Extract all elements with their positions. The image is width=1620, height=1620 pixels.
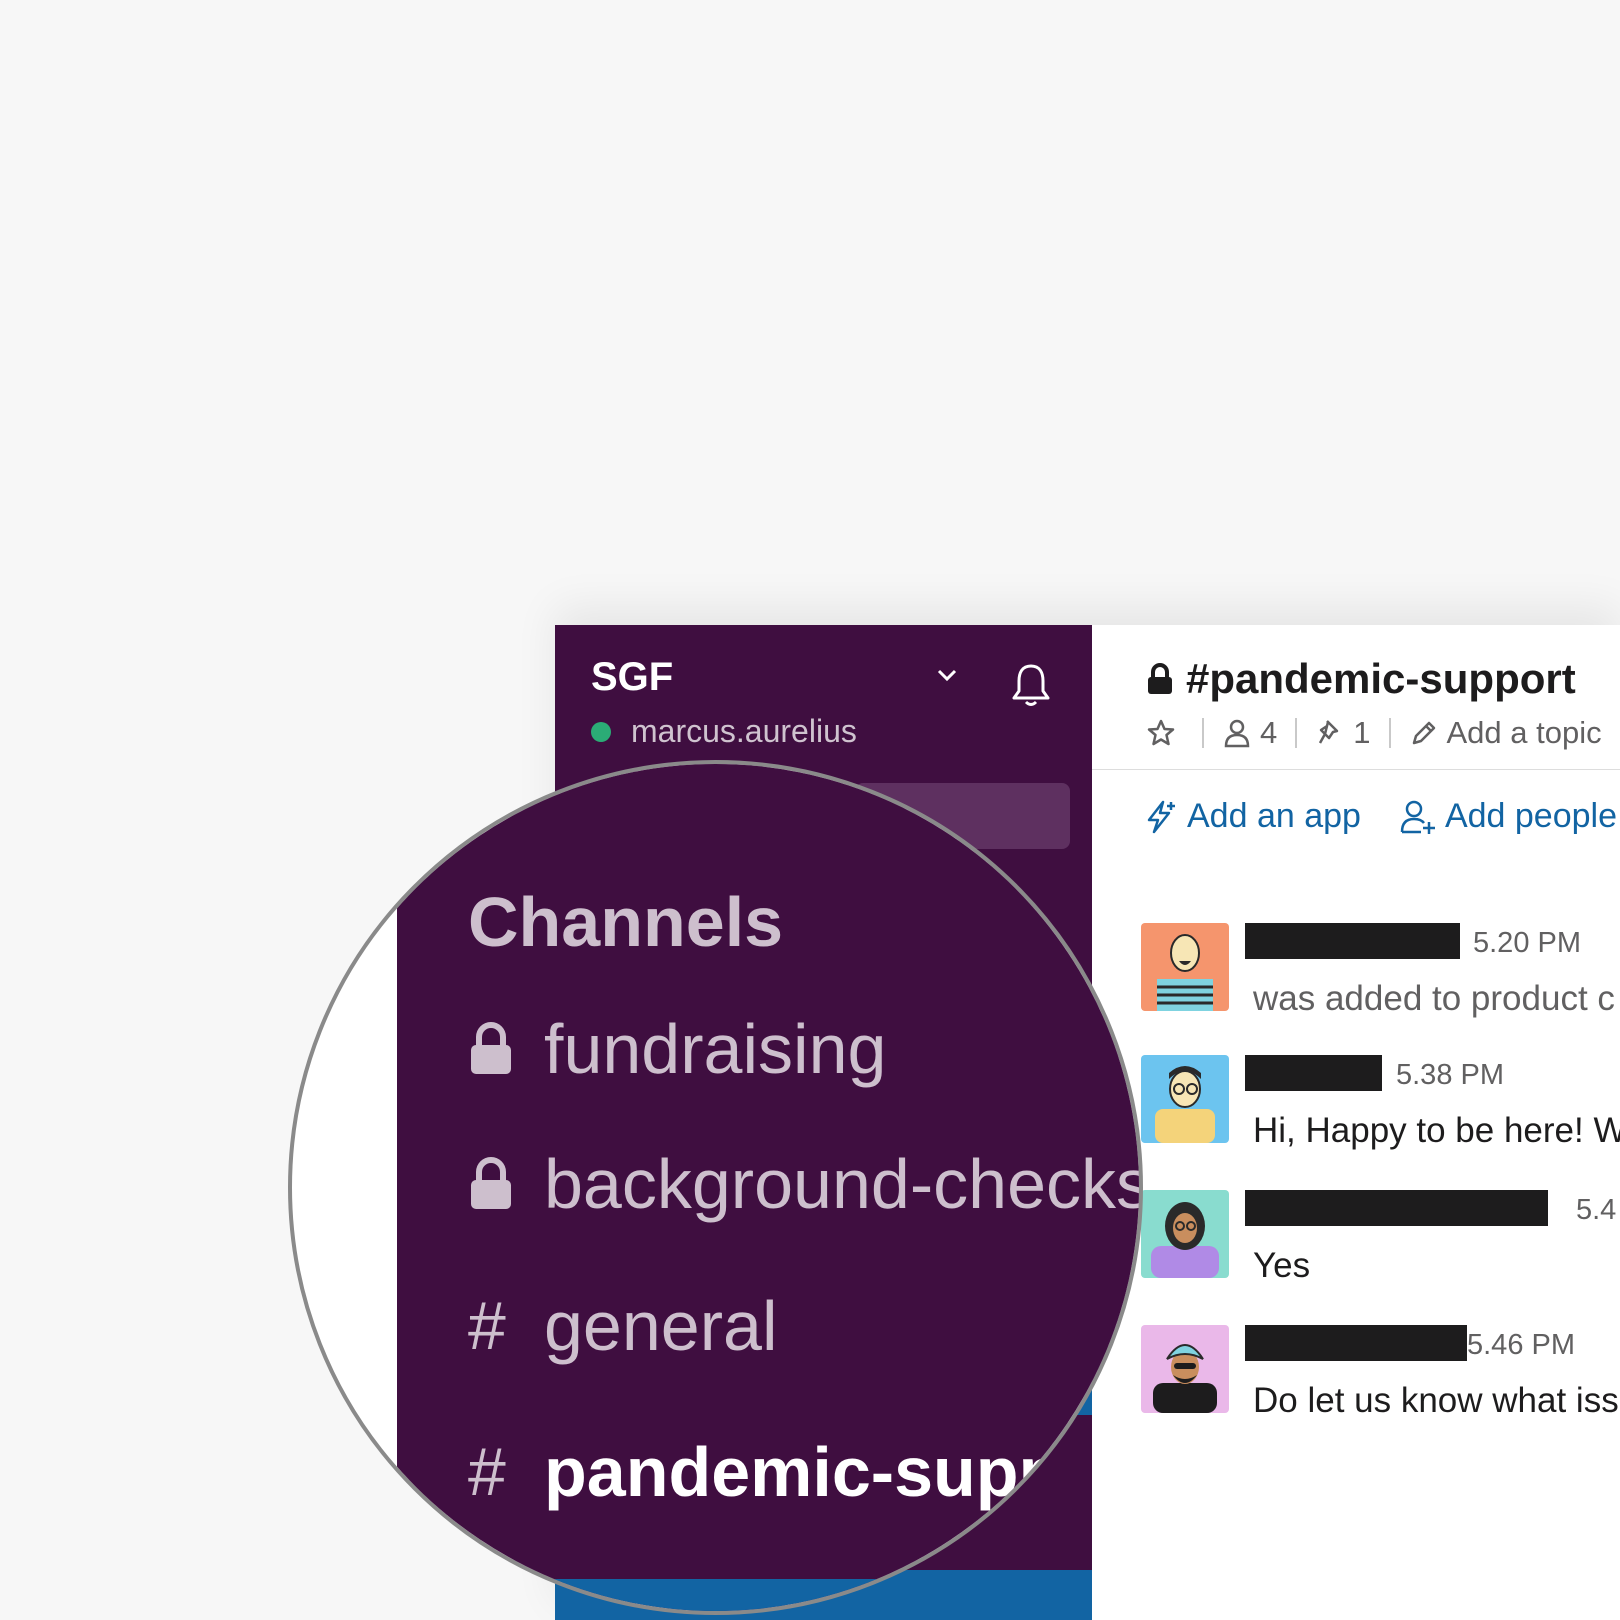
hijab-woman-avatar[interactable] (1141, 1190, 1229, 1278)
pencil-icon[interactable] (1409, 718, 1439, 748)
channel-label: general (544, 1287, 778, 1365)
magnified-active-highlight (397, 1579, 1097, 1611)
star-icon[interactable] (1146, 718, 1176, 748)
channel-actions: Add an app Add people (1141, 797, 1620, 836)
lock-icon (471, 1157, 511, 1209)
channel-header: #pandemic-support 4 1 Add a topic (1092, 625, 1620, 770)
add-app-label: Add an app (1187, 797, 1361, 835)
redacted-author (1245, 1325, 1467, 1361)
team-name[interactable]: SGF (591, 655, 673, 700)
message-text: was added to product c (1253, 979, 1615, 1018)
add-topic-link[interactable]: Add a topic (1447, 715, 1602, 751)
channel-item-fundraising[interactable]: fundraising (468, 1009, 886, 1089)
pin-icon[interactable] (1315, 718, 1345, 748)
person-plus-icon (1400, 800, 1435, 834)
message[interactable]: 5.20 PM was added to product c (1141, 923, 1620, 1018)
channel-title-row[interactable]: #pandemic-support (1146, 655, 1576, 703)
lock-icon (1148, 663, 1172, 694)
channel-label: pandemic-supp (544, 1433, 1062, 1511)
hash-icon: # (468, 1288, 506, 1364)
divider (1295, 718, 1298, 748)
message-time[interactable]: 5.4 (1576, 1194, 1616, 1227)
redacted-author (1245, 923, 1460, 959)
user-name: marcus.aurelius (631, 713, 857, 749)
message-text: Yes (1253, 1246, 1311, 1285)
person-icon[interactable] (1222, 718, 1252, 748)
turban-man-avatar[interactable] (1141, 1325, 1229, 1413)
message-text: Hi, Happy to be here! W (1253, 1111, 1620, 1150)
add-people-button[interactable]: Add people (1399, 797, 1617, 836)
magnifier-lens: Channels fundraising background-checks #… (288, 760, 1143, 1615)
channels-heading[interactable]: Channels (468, 882, 783, 962)
divider (1202, 718, 1204, 748)
message-time[interactable]: 5.38 PM (1396, 1059, 1504, 1092)
member-count[interactable]: 4 (1260, 715, 1277, 751)
chevron-down-icon[interactable] (935, 665, 959, 685)
message[interactable]: 5.46 PM Do let us know what iss (1141, 1325, 1620, 1420)
channel-meta: 4 1 Add a topic (1146, 715, 1602, 751)
message-time[interactable]: 5.46 PM (1467, 1329, 1575, 1362)
lightning-plus-icon (1147, 800, 1175, 833)
add-people-label: Add people (1444, 797, 1617, 835)
bald-man-avatar[interactable] (1141, 923, 1229, 1011)
message-time[interactable]: 5.20 PM (1473, 927, 1581, 960)
channel-label: fundraising (544, 1010, 887, 1088)
redacted-author (1245, 1055, 1382, 1091)
hash-icon: # (468, 1434, 506, 1510)
current-user[interactable]: marcus.aurelius (591, 713, 857, 750)
glasses-man-avatar[interactable] (1141, 1055, 1229, 1143)
presence-dot (591, 721, 611, 742)
channel-label: background-checks (544, 1145, 1143, 1223)
message-text: Do let us know what iss (1253, 1381, 1619, 1420)
divider (1388, 718, 1391, 748)
channel-item-background-checks[interactable]: background-checks (468, 1144, 1143, 1224)
message[interactable]: 5.38 PM Hi, Happy to be here! W (1141, 1055, 1620, 1150)
add-app-button[interactable]: Add an app (1141, 797, 1361, 836)
channel-item-general[interactable]: # general (468, 1286, 778, 1366)
pin-count[interactable]: 1 (1353, 715, 1370, 751)
channel-item-pandemic-support[interactable]: # pandemic-supp (468, 1432, 1061, 1512)
channel-title: #pandemic-support (1186, 655, 1576, 702)
message[interactable]: 5.4 Yes (1141, 1190, 1620, 1285)
lock-icon (471, 1022, 511, 1074)
bell-icon[interactable] (1010, 662, 1052, 708)
redacted-author (1245, 1190, 1548, 1226)
